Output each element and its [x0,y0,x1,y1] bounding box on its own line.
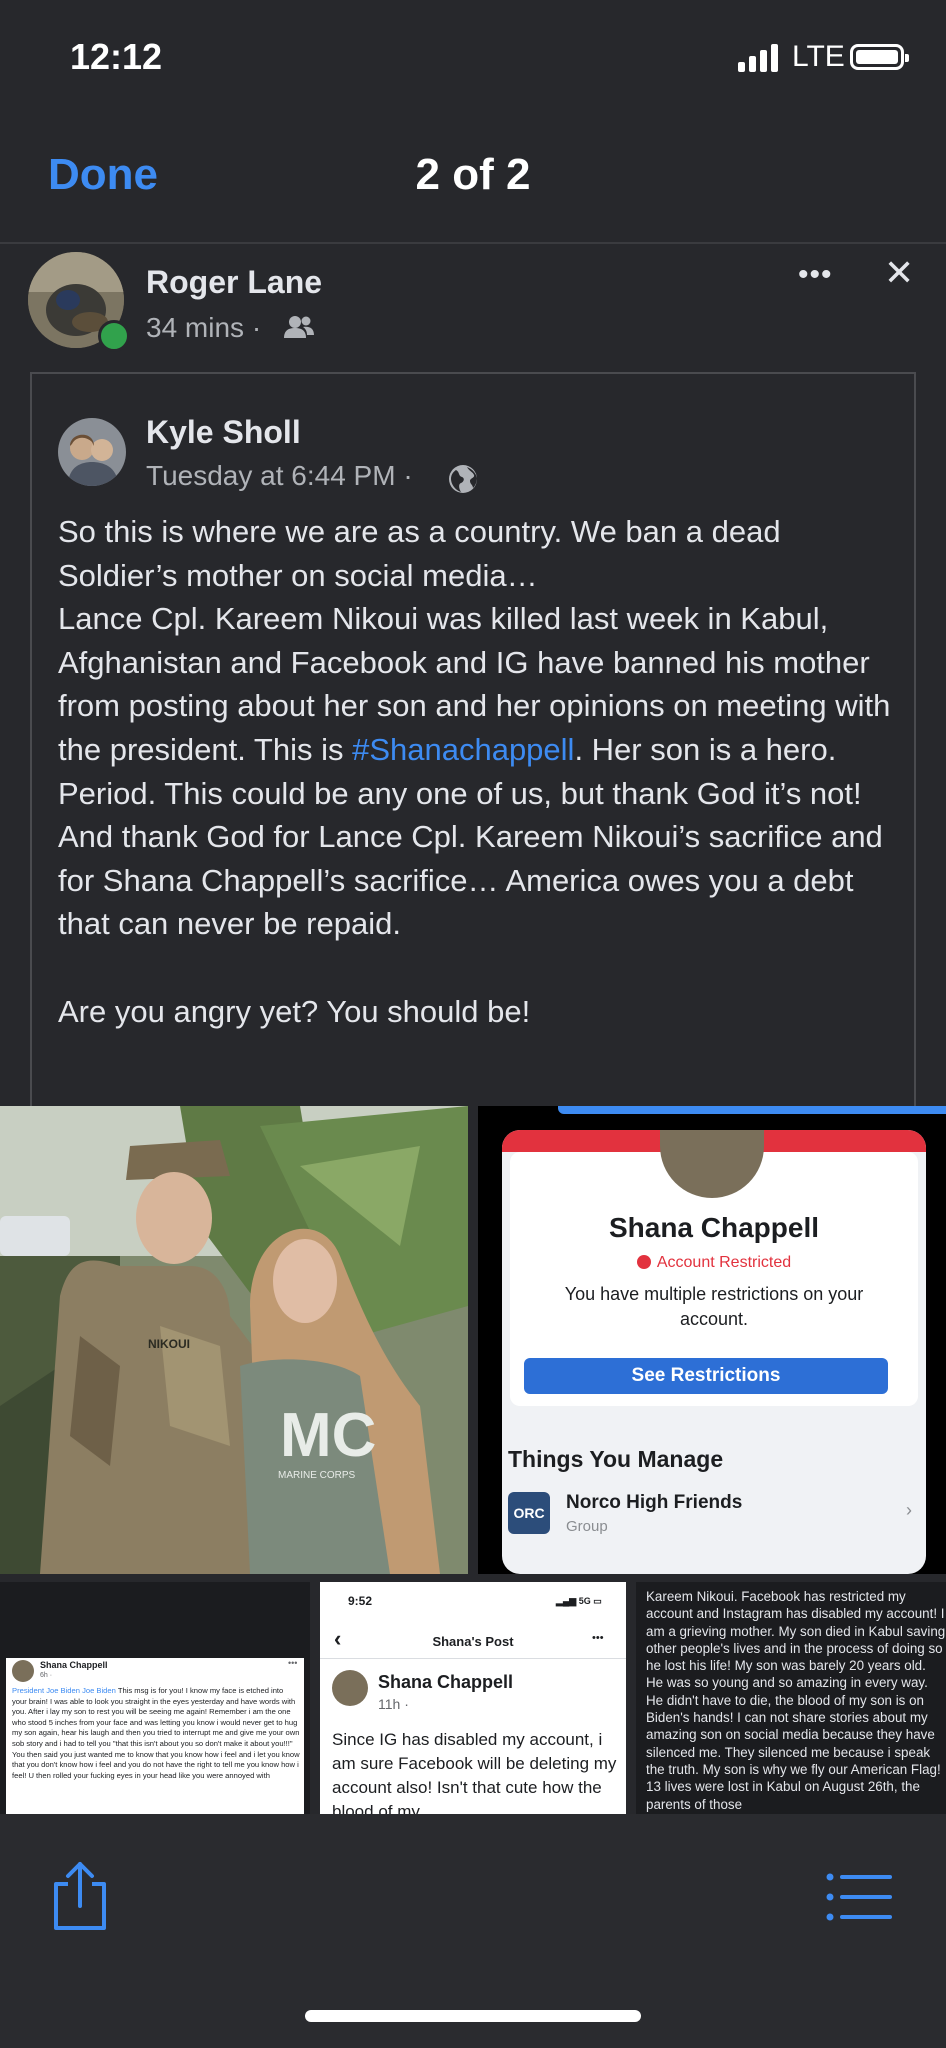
share-icon[interactable] [50,1860,110,1932]
group-icon: ORC [508,1492,550,1534]
close-button[interactable]: ✕ [884,252,914,294]
network-type: LTE [792,40,845,73]
post-text-part: So this is where we are as a country. We… [58,514,891,767]
online-status-dot [98,320,130,352]
cellular-signal-icon [738,44,778,72]
shared-post-text: So this is where we are as a country. We… [58,510,898,1033]
screenshot-time: 9:52 [348,1594,373,1608]
meta-separator: · [251,312,262,343]
shared-post-time[interactable]: Tuesday at 6:44 PM [146,460,396,491]
see-restrictions-button[interactable]: See Restrictions [524,1358,888,1394]
shared-author-name[interactable]: Kyle Sholl [146,414,301,451]
status-time: 12:12 [70,36,163,77]
group-type: Group [566,1518,608,1535]
letter-text: President Joe Biden Joe Biden This msg i… [12,1686,300,1812]
photo-account-restricted[interactable]: Shana Chappell Account Restricted You ha… [478,1106,946,1574]
shared-post-meta: Tuesday at 6:44 PM · [146,460,413,492]
restriction-message: You have multiple restrictions on your a… [564,1284,864,1329]
things-you-manage-heading: Things You Manage [508,1446,724,1472]
shirt-logo: MC [280,1401,376,1470]
list-menu-icon[interactable] [826,1872,892,1922]
friends-audience-icon[interactable] [283,314,315,340]
screenshot-top-bar [558,1106,946,1114]
profile-name: Shana Chappell [608,1212,820,1243]
post-meta: 34 mins · [146,312,261,344]
restricted-card: Shana Chappell Account Restricted You ha… [502,1130,926,1574]
shana-avatar [332,1670,368,1706]
battery-icon [850,44,909,70]
screenshot-network: ▂▄▆ 5G ▭ [556,1596,602,1606]
letter-avatar [12,1660,34,1682]
screenshot-net-label: 5G [578,1596,591,1606]
letter-author: Shana Chappell [40,1660,108,1670]
more-options-button[interactable]: ••• [798,258,833,292]
post-text-part: . Her son is a hero. Period. This could … [58,731,883,1029]
letter-more-icon: ••• [288,1658,298,1668]
photo-letter-post[interactable]: Shana Chappell 6h · ••• President Joe Bi… [0,1582,310,1814]
shana-name: Shana Chappell [378,1672,514,1692]
restricted-icon [636,1255,651,1269]
restricted-label: Account Restricted [502,1254,926,1272]
public-globe-icon [449,465,477,493]
post-author-name[interactable]: Roger Lane [146,264,322,301]
letter-time: 6h · [40,1672,53,1679]
post-time[interactable]: 34 mins [146,312,244,343]
shared-author-avatar[interactable] [58,418,126,486]
uniform-nametape: NIKOUI [148,1337,190,1351]
hashtag-link[interactable]: #Shanachappell [352,732,574,767]
meta-separator: · [403,460,413,491]
header-divider [320,1658,626,1659]
photo-shanas-post[interactable]: 9:52 ▂▄▆ 5G ▭ ‹ Shana's Post ••• Shana C… [320,1582,626,1814]
nav-divider [0,242,946,244]
photo-restricted-statement[interactable]: Kareem Nikoui. Facebook has restricted m… [636,1582,946,1814]
letter-tags: President Joe Biden Joe Biden [12,1686,116,1695]
post-more-icon: ••• [592,1632,604,1644]
post-header-title: Shana's Post [432,1634,514,1649]
done-button[interactable]: Done [48,150,158,200]
group-name[interactable]: Norco High Friends [566,1492,742,1514]
chevron-right-icon[interactable]: › [906,1500,912,1521]
shirt-logo-sub: MARINE CORPS [278,1470,356,1481]
shana-meta: 11h · [378,1696,409,1712]
home-indicator[interactable] [305,2010,641,2022]
letter-body: This msg is for you! I know my face is e… [12,1686,300,1780]
letter-post-card: Shana Chappell 6h · ••• President Joe Bi… [6,1658,304,1814]
statement-text: Kareem Nikoui. Facebook has restricted m… [646,1589,946,1812]
shana-post-text: Since IG has disabled my account, i am s… [332,1730,617,1814]
restricted-text: Account Restricted [656,1254,792,1271]
photo-marine-and-mother[interactable]: MC MARINE CORPS NIKOUI [0,1106,468,1574]
